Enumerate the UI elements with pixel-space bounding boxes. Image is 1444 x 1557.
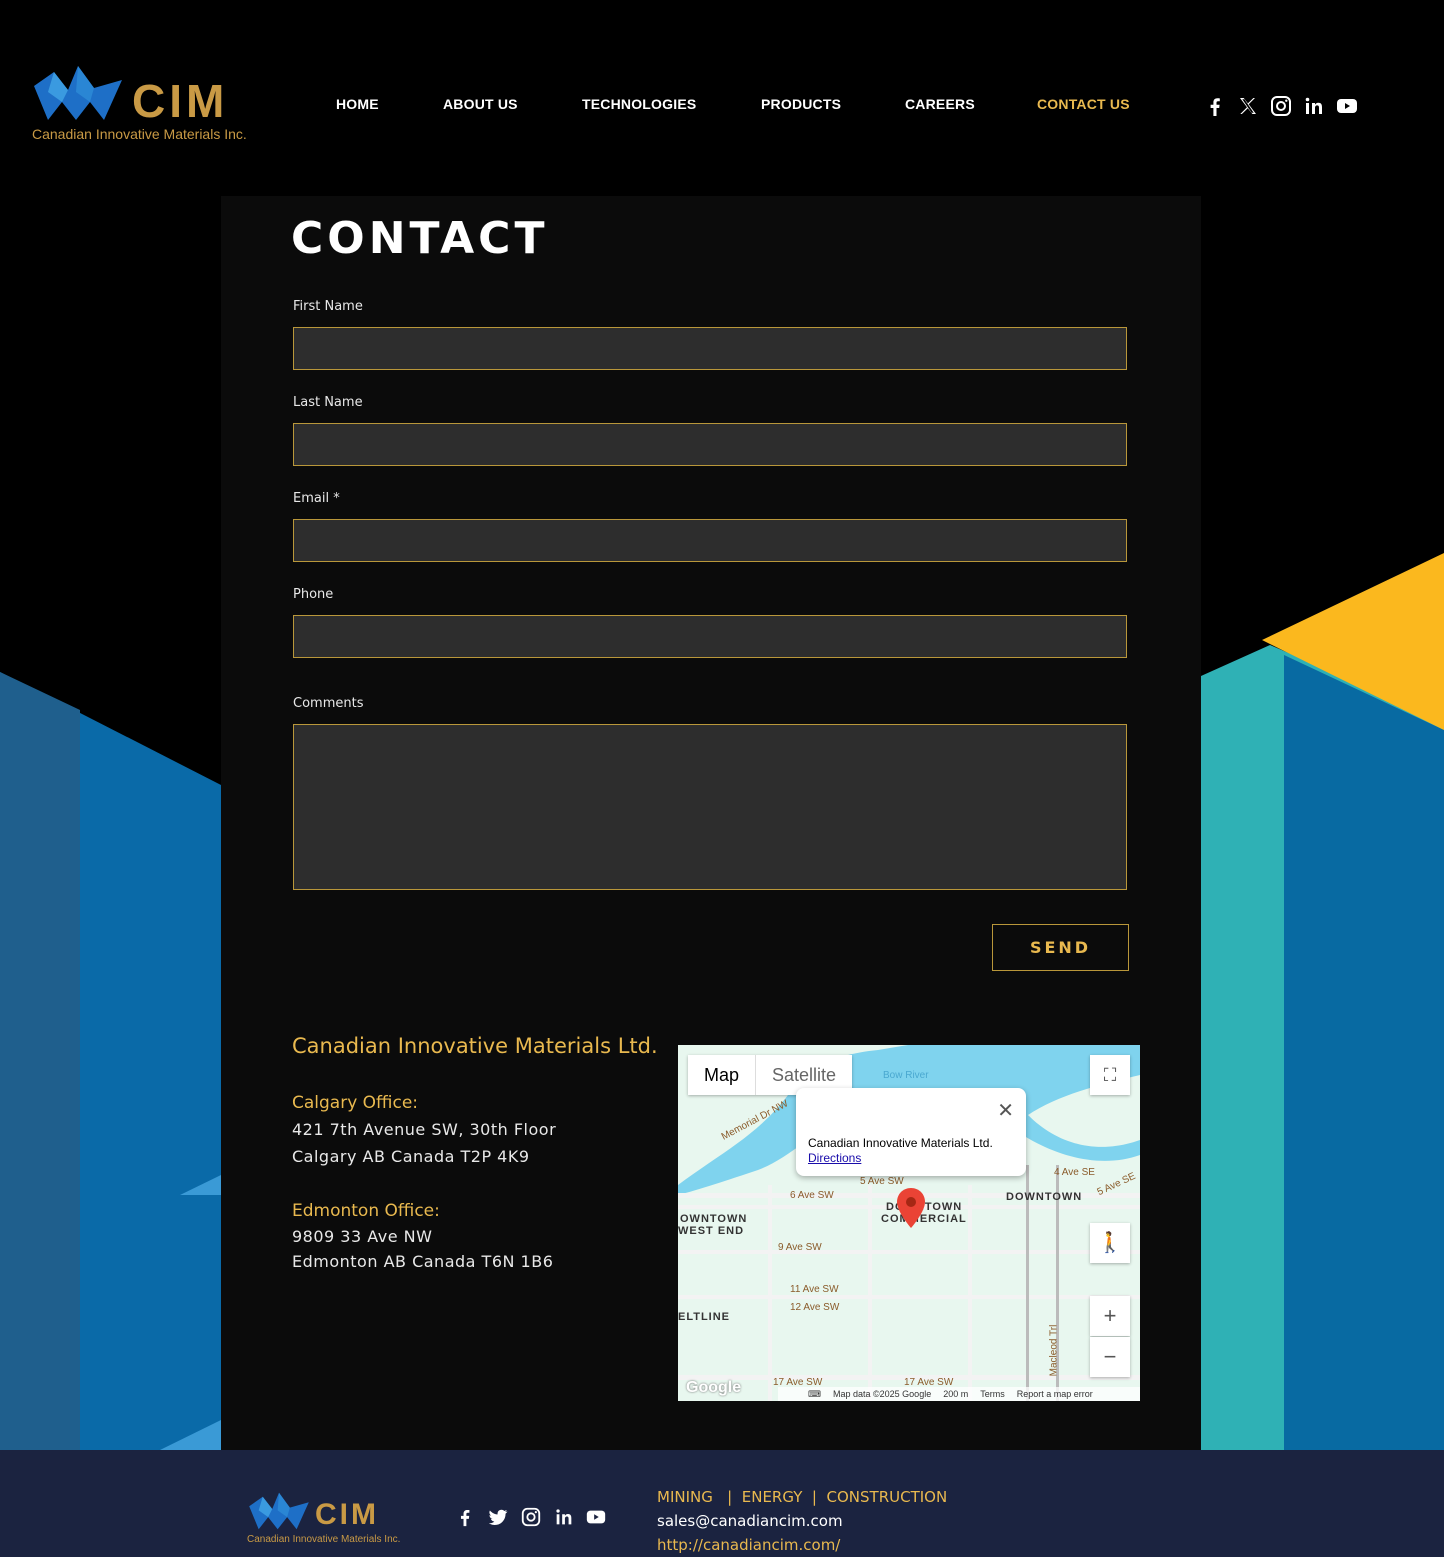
nav-contact-us[interactable]: CONTACT US — [1037, 96, 1130, 112]
fullscreen-icon[interactable]: ⛶ — [1090, 1055, 1130, 1095]
road-v3 — [968, 1185, 972, 1401]
phone-label: Phone — [293, 587, 334, 602]
road-h4 — [678, 1295, 1140, 1299]
close-icon[interactable]: ✕ — [997, 1098, 1014, 1123]
edmonton-office-title: Edmonton Office: — [292, 1201, 440, 1221]
facebook-icon[interactable] — [454, 1506, 476, 1528]
brand-logo[interactable]: CIM Canadian Innovative Materials Inc. — [32, 60, 277, 150]
map-report-link[interactable]: Report a map error — [1017, 1387, 1093, 1401]
phone-input[interactable] — [293, 615, 1127, 658]
map-info-window: ✕ Canadian Innovative Materials Ltd. Dir… — [796, 1088, 1026, 1176]
calgary-office-title: Calgary Office: — [292, 1093, 419, 1113]
send-button[interactable]: SEND — [992, 924, 1129, 971]
nav-home[interactable]: HOME — [336, 96, 379, 112]
footer-logo[interactable]: CIM Canadian Innovative Materials Inc. — [247, 1490, 417, 1550]
linkedin-icon[interactable] — [1302, 94, 1326, 118]
road-v1 — [768, 1185, 772, 1401]
map-label-4-ave-se: 4 Ave SE — [1054, 1167, 1095, 1178]
instagram-icon[interactable] — [1269, 94, 1293, 118]
youtube-icon[interactable] — [1335, 94, 1359, 118]
last-name-label: Last Name — [293, 395, 363, 410]
keyboard-icon[interactable]: ⌨ — [808, 1387, 821, 1401]
map-label-downtown: DOWNTOWN — [1006, 1191, 1083, 1203]
email-label: Email * — [293, 491, 340, 506]
map-popup-title: Canadian Innovative Materials Ltd. — [808, 1136, 993, 1150]
logo-emblem-icon — [34, 66, 122, 120]
nav-careers[interactable]: CAREERS — [905, 96, 975, 112]
first-name-input[interactable] — [293, 327, 1127, 370]
nav-products[interactable]: PRODUCTS — [761, 96, 841, 112]
footer-website-link[interactable]: http://canadiancim.com/ — [657, 1536, 840, 1554]
road-h3 — [678, 1250, 1140, 1254]
map-label-bow-river: Bow River — [883, 1070, 929, 1081]
map-label-dt-west-2: WEST END — [678, 1225, 745, 1237]
road-v2 — [868, 1185, 872, 1401]
zoom-out-icon[interactable]: − — [1090, 1337, 1130, 1377]
calgary-address-line2: Calgary AB Canada T2P 4K9 — [292, 1147, 530, 1166]
footer-social-links — [454, 1506, 614, 1528]
map-footer: ⌨ Map data ©2025 Google 200 m Terms Repo… — [778, 1387, 1140, 1401]
site-footer: CIM Canadian Innovative Materials Inc. M… — [0, 1450, 1444, 1557]
map-data-attribution: Map data ©2025 Google — [833, 1389, 932, 1399]
youtube-icon[interactable] — [585, 1506, 607, 1528]
comments-textarea[interactable] — [293, 724, 1127, 890]
first-name-label: First Name — [293, 299, 363, 314]
footer-logo-wordmark: CIM — [315, 1498, 379, 1531]
instagram-icon[interactable] — [520, 1506, 542, 1528]
map-scale: 200 m — [943, 1389, 969, 1399]
edmonton-address-line1: 9809 33 Ave NW — [292, 1227, 433, 1246]
google-logo: Google — [686, 1379, 742, 1396]
x-icon[interactable] — [1236, 94, 1260, 118]
map-label-9-ave: 9 Ave SW — [778, 1242, 822, 1253]
footer-logo-emblem-icon — [249, 1492, 309, 1530]
logo-wordmark: CIM — [132, 75, 229, 127]
page-title: CONTACT — [291, 213, 549, 264]
map-label-11-ave: 11 Ave SW — [790, 1284, 839, 1295]
email-input[interactable] — [293, 519, 1127, 562]
street-view-icon[interactable]: 🚶 — [1090, 1223, 1130, 1263]
footer-email-link[interactable]: sales@canadiancim.com — [657, 1512, 843, 1530]
footer-logo-tagline: Canadian Innovative Materials Inc. — [247, 1534, 401, 1545]
nav-technologies[interactable]: TECHNOLOGIES — [582, 96, 696, 112]
map-terms-link[interactable]: Terms — [980, 1387, 1005, 1401]
facebook-icon[interactable] — [1203, 94, 1227, 118]
map-pin-icon[interactable] — [897, 1188, 925, 1228]
map-label-beltline: ELTLINE — [678, 1311, 731, 1323]
edmonton-address-line2: Edmonton AB Canada T6N 1B6 — [292, 1252, 554, 1271]
google-map[interactable]: Bow River Memorial Dr NW 6 Ave SW 5 Ave … — [678, 1045, 1140, 1401]
map-label-12-ave: 12 Ave SW — [790, 1302, 840, 1313]
linkedin-icon[interactable] — [553, 1506, 575, 1528]
logo-tagline: Canadian Innovative Materials Inc. — [32, 126, 247, 142]
footer-industries: MINING | ENERGY | CONSTRUCTION — [657, 1488, 948, 1506]
zoom-in-icon[interactable]: + — [1090, 1296, 1130, 1336]
site-header: CIM Canadian Innovative Materials Inc. H… — [0, 0, 1444, 196]
map-label-5-ave: 5 Ave SW — [860, 1176, 904, 1187]
company-name: Canadian Innovative Materials Ltd. — [292, 1034, 658, 1058]
last-name-input[interactable] — [293, 423, 1127, 466]
comments-label: Comments — [293, 696, 364, 711]
nav-about-us[interactable]: ABOUT US — [443, 96, 518, 112]
map-label-6-ave: 6 Ave SW — [790, 1190, 834, 1201]
map-directions-link[interactable]: Directions — [808, 1151, 861, 1165]
calgary-address-line1: 421 7th Avenue SW, 30th Floor — [292, 1120, 557, 1139]
map-label-dt-west-1: OWNTOWN — [680, 1213, 748, 1225]
twitter-icon[interactable] — [487, 1506, 509, 1528]
header-social-links — [1203, 94, 1363, 118]
map-tab-map[interactable]: Map — [688, 1055, 757, 1095]
map-label-macleod: Macleod Trl — [1048, 1324, 1060, 1377]
